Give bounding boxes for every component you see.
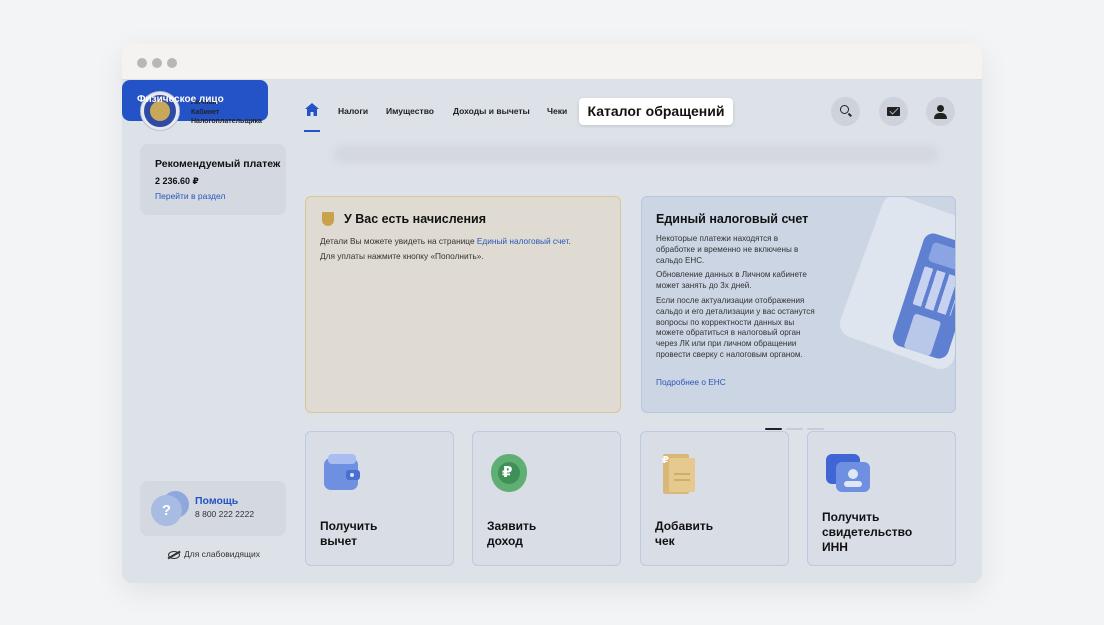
question-icon: ? — [151, 495, 182, 526]
blurred-banner — [334, 145, 938, 163]
profile-button[interactable] — [926, 97, 955, 126]
carousel-dot-1[interactable] — [765, 428, 782, 430]
recommended-payment-amount: 2 236.60 ₽ — [155, 176, 199, 186]
window-titlebar — [122, 44, 982, 80]
receipt-ruble-glyph: ₽ — [662, 455, 669, 466]
messages-button[interactable] — [879, 97, 908, 126]
browser-window: Личный Кабинет Налогоплательщика Рекомен… — [122, 44, 982, 583]
app-content: Личный Кабинет Налогоплательщика Рекомен… — [122, 80, 982, 583]
tile-get-deduction-label: Получить вычет — [320, 519, 378, 548]
nav-taxes[interactable]: Налоги — [338, 106, 368, 116]
charges-notice-title: У Вас есть начисления — [344, 212, 487, 226]
ruble-glyph: ₽ — [502, 464, 513, 481]
individual-profile-label: Физическое лицо — [137, 94, 224, 105]
nav-income-deductions[interactable]: Доходы и вычеты — [453, 106, 530, 116]
tile-add-receipt[interactable]: ₽ Добавить чек — [640, 431, 789, 566]
ens-page-link[interactable]: Единый налоговый счет — [477, 236, 569, 246]
go-to-section-link[interactable]: Перейти в раздел — [155, 191, 225, 201]
help-phone: 8 800 222 2222 — [195, 509, 255, 519]
home-icon[interactable] — [305, 103, 319, 116]
wallet-icon — [324, 454, 360, 490]
help-card[interactable]: ? Помощь 8 800 222 2222 — [140, 481, 286, 536]
id-card-icon — [826, 454, 870, 492]
window-maximize-dot[interactable] — [167, 58, 177, 68]
nav-requests-catalog[interactable]: Каталог обращений — [579, 98, 733, 125]
tile-get-deduction[interactable]: Получить вычет — [305, 431, 454, 566]
ens-title: Единый налоговый счет — [656, 212, 809, 226]
charges-notice-card: У Вас есть начисления Детали Вы можете у… — [305, 196, 621, 413]
ens-paragraph-2: Обновление данных в Личном кабинете може… — [656, 270, 807, 290]
ens-info-card: Единый налоговый счет Некоторые платежи … — [641, 196, 956, 413]
ens-paragraph-1: Некоторые платежи находятся в обработке … — [656, 234, 799, 265]
mail-icon — [887, 107, 900, 116]
active-tab-indicator — [304, 130, 320, 132]
recommended-payment-title: Рекомендуемый платеж — [155, 158, 281, 170]
nav-receipts[interactable]: Чеки — [547, 106, 567, 116]
recommended-payment-card: Рекомендуемый платеж 2 236.60 ₽ Перейти … — [140, 144, 286, 215]
nav-property[interactable]: Имущество — [386, 106, 434, 116]
shield-warning-icon — [322, 212, 334, 226]
user-icon — [934, 105, 947, 119]
search-icon — [840, 105, 849, 114]
tile-add-receipt-label: Добавить чек — [655, 519, 714, 548]
tile-declare-income-label: Заявить доход — [487, 519, 537, 548]
tile-get-inn-certificate-label: Получить свидетельство ИНН — [822, 510, 913, 554]
search-button[interactable] — [831, 97, 860, 126]
charges-notice-text: Детали Вы можете увидеть на странице Еди… — [320, 236, 571, 261]
ens-more-link[interactable]: Подробнее о ЕНС — [656, 377, 726, 387]
low-vision-toggle[interactable]: Для слабовидящих — [168, 549, 260, 559]
window-close-dot[interactable] — [137, 58, 147, 68]
tile-declare-income[interactable]: ₽ Заявить доход — [472, 431, 621, 566]
carousel-dot-3[interactable] — [807, 428, 824, 430]
carousel-dot-2[interactable] — [786, 428, 803, 430]
eye-crossed-icon — [168, 550, 180, 559]
window-minimize-dot[interactable] — [152, 58, 162, 68]
tile-get-inn-certificate[interactable]: Получить свидетельство ИНН — [807, 431, 956, 566]
help-title: Помощь — [195, 495, 239, 507]
ens-paragraph-3: Если после актуализации отображения саль… — [656, 296, 815, 359]
